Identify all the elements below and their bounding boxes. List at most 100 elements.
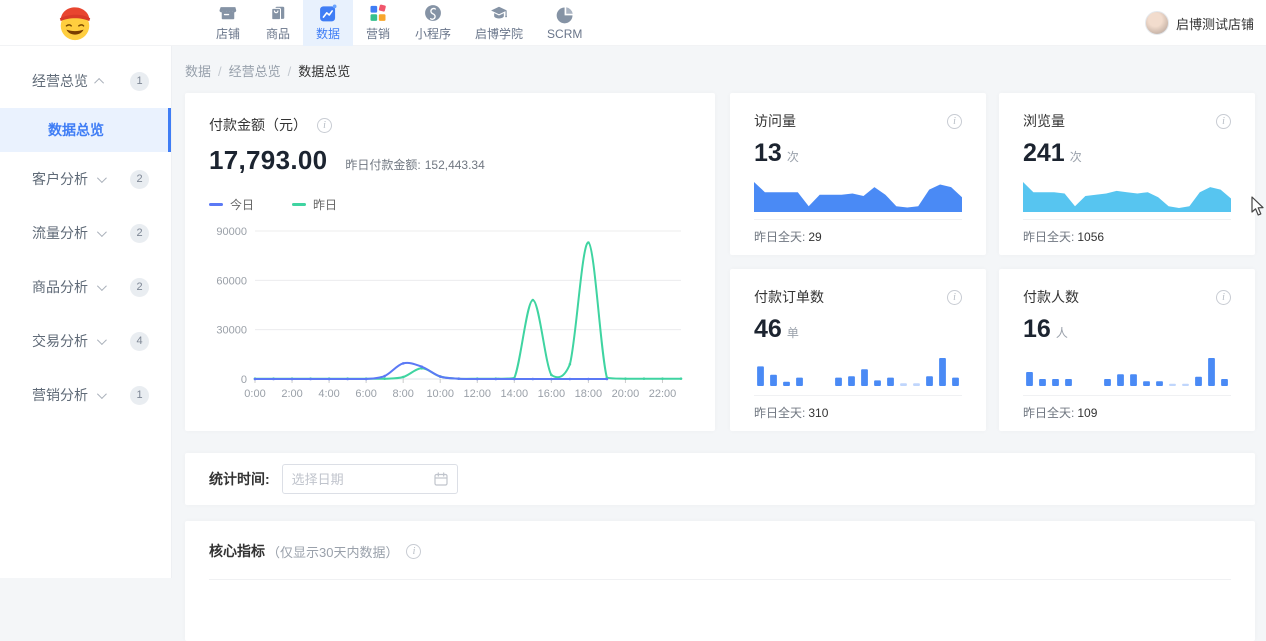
core-metrics-subtitle: （仅显示30天内数据） (267, 542, 398, 561)
info-icon[interactable]: i (1216, 114, 1231, 129)
sidebar-item-label: 商品分析 (32, 277, 88, 297)
sidebar: 经营总览1数据总览客户分析 2 流量分析2 商品分析 2 交易分析4 营销分析 1 (0, 46, 172, 578)
sidebar-item-5[interactable]: 营销分析 1 (0, 368, 171, 422)
top-nav-item-academy[interactable]: 启博学院 (463, 0, 535, 46)
chevron-down-icon (97, 389, 107, 399)
stat-value: 13 (754, 139, 782, 168)
legend-today[interactable]: 今日 (209, 196, 254, 213)
chevron-down-icon (97, 335, 107, 345)
pie-chart-icon (555, 5, 575, 25)
stat-card-title: 浏览量 (1023, 111, 1065, 131)
date-picker-input[interactable] (292, 472, 434, 487)
svg-text:22:00: 22:00 (649, 388, 677, 400)
storefront-icon (218, 3, 238, 23)
sidebar-subitem-0-0[interactable]: 数据总览 (0, 108, 171, 152)
calendar-icon (434, 472, 448, 486)
stat-footer-value: 109 (1077, 406, 1097, 420)
stat-unit: 单 (787, 324, 799, 341)
sidebar-item-label: 客户分析 (32, 169, 88, 189)
chevron-down-icon (97, 173, 107, 183)
stat-footer-value: 310 (808, 406, 828, 420)
main-content: 数据/经营总览/数据总览 付款金额（元） i 17,793.00 昨日付款金额:… (172, 46, 1266, 578)
stat-footer-value: 29 (808, 230, 821, 244)
top-nav-item-marketing[interactable]: 营销 (353, 0, 403, 46)
svg-text:18:00: 18:00 (575, 388, 603, 400)
top-nav: 店铺商品 数据营销小程序启博学院 SCRM (203, 0, 594, 46)
topbar: 店铺商品 数据营销小程序启博学院 SCRM 启博测试店铺 (0, 0, 1266, 46)
svg-text:0:00: 0:00 (244, 388, 265, 400)
stat-card-title: 付款人数 (1023, 287, 1079, 307)
top-nav-item-miniprogram[interactable]: 小程序 (403, 0, 463, 46)
svg-text:12:00: 12:00 (463, 388, 491, 400)
stat-card-title: 付款订单数 (754, 287, 824, 307)
account-menu[interactable]: 启博测试店铺 (1145, 0, 1254, 46)
sidebar-item-3[interactable]: 商品分析 2 (0, 260, 171, 314)
top-nav-item-data[interactable]: 数据 (303, 0, 353, 46)
stat-unit: 人 (1056, 324, 1068, 341)
breadcrumb-item-2: 数据总览 (298, 64, 350, 79)
svg-text:90000: 90000 (216, 226, 247, 238)
info-icon[interactable]: i (947, 290, 962, 305)
svg-text:8:00: 8:00 (392, 388, 413, 400)
date-picker[interactable] (282, 464, 458, 494)
legend-label: 今日 (230, 196, 254, 213)
data-chart-icon (318, 3, 338, 23)
svg-text:30000: 30000 (216, 325, 247, 337)
stat-cards-grid: 访问量i13次昨日全天:29浏览量i241次昨日全天:1056付款订单数i46单… (730, 93, 1255, 431)
svg-text:6:00: 6:00 (355, 388, 376, 400)
stat-card-2: 付款订单数i46单昨日全天:310 (730, 269, 986, 431)
stat-mini-chart (1023, 352, 1231, 388)
overview-cards-row: 付款金额（元） i 17,793.00 昨日付款金额:152,443.34 今日… (185, 93, 1255, 431)
statistic-time-label: 统计时间: (209, 469, 270, 489)
stat-unit: 次 (1070, 148, 1082, 165)
sidebar-item-0[interactable]: 经营总览1 (0, 54, 171, 108)
sidebar-item-label: 流量分析 (32, 223, 88, 243)
top-nav-item-scrm[interactable]: SCRM (535, 0, 594, 46)
app-logo-icon[interactable] (55, 3, 95, 43)
sidebar-item-4[interactable]: 交易分析4 (0, 314, 171, 368)
payment-card-title: 付款金额（元） (209, 115, 307, 135)
breadcrumb-item-1[interactable]: 经营总览 (229, 64, 281, 79)
goods-bag-icon (268, 3, 288, 23)
statistic-time-card: 统计时间: (185, 453, 1255, 505)
stat-mini-chart (1023, 176, 1231, 212)
stat-footer: 昨日全天:1056 (1023, 219, 1231, 253)
info-icon[interactable]: i (947, 114, 962, 129)
account-name: 启博测试店铺 (1176, 14, 1254, 33)
chevron-down-icon (97, 281, 107, 291)
stat-card-title: 访问量 (754, 111, 796, 131)
legend-label: 昨日 (313, 196, 337, 213)
svg-text:2:00: 2:00 (281, 388, 302, 400)
info-icon[interactable]: i (317, 118, 332, 133)
sidebar-item-1[interactable]: 客户分析 2 (0, 152, 171, 206)
payment-line-chart: 03000060000900000:002:004:006:008:0010:0… (209, 219, 691, 415)
stat-mini-chart (754, 352, 962, 388)
top-nav-item-shop[interactable]: 店铺 (203, 0, 253, 46)
breadcrumb-item-0[interactable]: 数据 (185, 64, 211, 79)
sidebar-badge: 2 (130, 278, 149, 297)
core-metrics-title: 核心指标 (209, 541, 265, 561)
top-nav-label: SCRM (547, 27, 582, 41)
stat-card-1: 浏览量i241次昨日全天:1056 (999, 93, 1255, 255)
sidebar-badge: 2 (130, 170, 149, 189)
stat-footer: 昨日全天:310 (754, 395, 962, 429)
sidebar-item-2[interactable]: 流量分析2 (0, 206, 171, 260)
payment-amount-card: 付款金额（元） i 17,793.00 昨日付款金额:152,443.34 今日… (185, 93, 715, 431)
sidebar-item-label: 营销分析 (32, 385, 88, 405)
chevron-up-icon (94, 77, 104, 87)
avatar (1145, 11, 1169, 35)
info-icon[interactable]: i (1216, 290, 1231, 305)
info-icon[interactable]: i (406, 544, 421, 559)
top-nav-item-goods[interactable]: 商品 (253, 0, 303, 46)
chart-legend: 今日 昨日 (209, 196, 691, 213)
stat-footer-value: 1056 (1077, 230, 1104, 244)
svg-text:0: 0 (241, 374, 247, 386)
sidebar-badge: 1 (130, 386, 149, 405)
svg-text:14:00: 14:00 (501, 388, 529, 400)
top-nav-label: 商品 (266, 25, 290, 42)
top-nav-label: 启博学院 (475, 25, 523, 42)
top-nav-label: 数据 (316, 25, 340, 42)
stat-footer-label: 昨日全天: (754, 230, 805, 244)
legend-yesterday[interactable]: 昨日 (292, 196, 337, 213)
breadcrumb: 数据/经营总览/数据总览 (172, 46, 1266, 93)
